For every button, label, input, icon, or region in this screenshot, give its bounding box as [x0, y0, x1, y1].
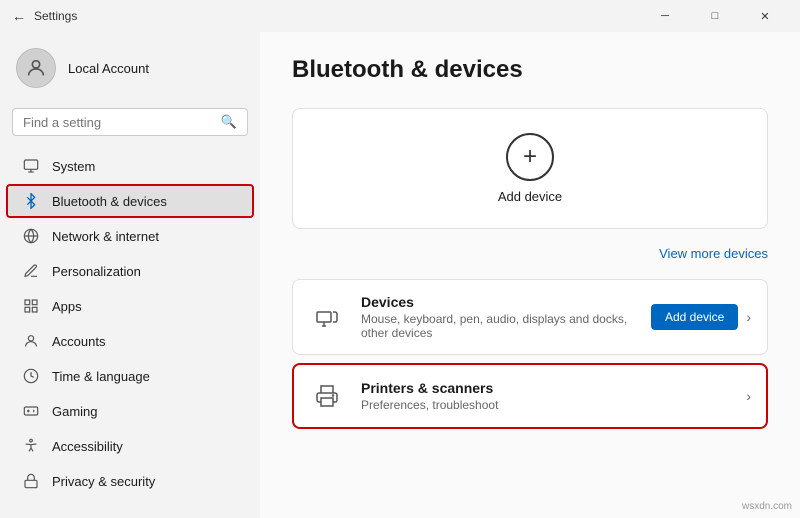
device-rows-container: Devices Mouse, keyboard, pen, audio, dis…: [292, 279, 768, 429]
sidebar-item-label: Accessibility: [52, 439, 123, 454]
personalization-nav-icon: [22, 262, 40, 280]
devices-action: Add device ›: [651, 304, 751, 330]
view-more-devices-link[interactable]: View more devices: [659, 246, 768, 261]
apps-nav-icon: [22, 297, 40, 315]
printers-action: ›: [746, 388, 751, 404]
view-more-link: View more devices: [292, 245, 768, 263]
search-icon: 🔍: [221, 114, 237, 130]
sidebar-item-label: Personalization: [52, 264, 141, 279]
system-nav-icon: [22, 157, 40, 175]
maximize-button[interactable]: □: [692, 0, 738, 32]
minimize-button[interactable]: ─: [642, 0, 688, 32]
sidebar: Local Account 🔍 System Bluetooth & devic…: [0, 32, 260, 518]
page-title: Bluetooth & devices: [292, 56, 768, 84]
devices-icon: [309, 299, 345, 335]
sidebar-item-time[interactable]: Time & language: [6, 359, 254, 393]
devices-title: Devices: [361, 294, 635, 310]
device-row-printers[interactable]: Printers & scanners Preferences, trouble…: [292, 363, 768, 429]
printers-info: Printers & scanners Preferences, trouble…: [361, 380, 730, 412]
sidebar-item-bluetooth[interactable]: Bluetooth & devices: [6, 184, 254, 218]
chevron-right-icon: ›: [746, 388, 751, 404]
devices-desc: Mouse, keyboard, pen, audio, displays an…: [361, 312, 635, 340]
close-button[interactable]: ✕: [742, 0, 788, 32]
add-device-circle: +: [506, 133, 554, 181]
user-profile[interactable]: Local Account: [0, 40, 260, 104]
titlebar-left: ← Settings: [12, 8, 77, 24]
plus-icon: +: [523, 143, 537, 171]
accessibility-nav-icon: [22, 437, 40, 455]
search-container: 🔍: [0, 104, 260, 148]
sidebar-item-privacy[interactable]: Privacy & security: [6, 464, 254, 498]
titlebar-title: Settings: [34, 9, 77, 23]
main-content: Bluetooth & devices + Add device View mo…: [260, 32, 800, 518]
sidebar-item-gaming[interactable]: Gaming: [6, 394, 254, 428]
sidebar-item-label: Gaming: [52, 404, 98, 419]
titlebar: ← Settings ─ □ ✕: [0, 0, 800, 32]
printers-desc: Preferences, troubleshoot: [361, 398, 730, 412]
network-nav-icon: [22, 227, 40, 245]
avatar: [16, 48, 56, 88]
back-icon[interactable]: ←: [12, 8, 26, 24]
watermark: wsxdn.com: [742, 501, 792, 512]
privacy-nav-icon: [22, 472, 40, 490]
sidebar-item-personalization[interactable]: Personalization: [6, 254, 254, 288]
sidebar-item-network[interactable]: Network & internet: [6, 219, 254, 253]
time-nav-icon: [22, 367, 40, 385]
sidebar-item-label: Bluetooth & devices: [52, 194, 167, 209]
add-device-label: Add device: [498, 189, 562, 204]
user-name: Local Account: [68, 61, 149, 76]
sidebar-item-label: Network & internet: [52, 229, 159, 244]
chevron-right-icon: ›: [746, 309, 751, 325]
nav-list: System Bluetooth & devices Network & int…: [0, 148, 260, 518]
sidebar-item-label: Accounts: [52, 334, 105, 349]
sidebar-item-accounts[interactable]: Accounts: [6, 324, 254, 358]
sidebar-item-label: System: [52, 159, 95, 174]
add-device-button[interactable]: Add device: [651, 304, 738, 330]
sidebar-item-accessibility[interactable]: Accessibility: [6, 429, 254, 463]
add-device-card[interactable]: + Add device: [292, 108, 768, 229]
sidebar-item-label: Privacy & security: [52, 474, 155, 489]
sidebar-item-label: Time & language: [52, 369, 150, 384]
sidebar-item-system[interactable]: System: [6, 149, 254, 183]
bluetooth-nav-icon: [22, 192, 40, 210]
printers-title: Printers & scanners: [361, 380, 730, 396]
search-input[interactable]: [23, 115, 213, 130]
search-box[interactable]: 🔍: [12, 108, 248, 136]
app-container: Local Account 🔍 System Bluetooth & devic…: [0, 32, 800, 518]
sidebar-item-apps[interactable]: Apps: [6, 289, 254, 323]
titlebar-controls: ─ □ ✕: [642, 0, 788, 32]
printers-icon: [309, 378, 345, 414]
devices-info: Devices Mouse, keyboard, pen, audio, dis…: [361, 294, 635, 340]
sidebar-item-label: Apps: [52, 299, 82, 314]
gaming-nav-icon: [22, 402, 40, 420]
accounts-nav-icon: [22, 332, 40, 350]
device-row-devices[interactable]: Devices Mouse, keyboard, pen, audio, dis…: [292, 279, 768, 355]
